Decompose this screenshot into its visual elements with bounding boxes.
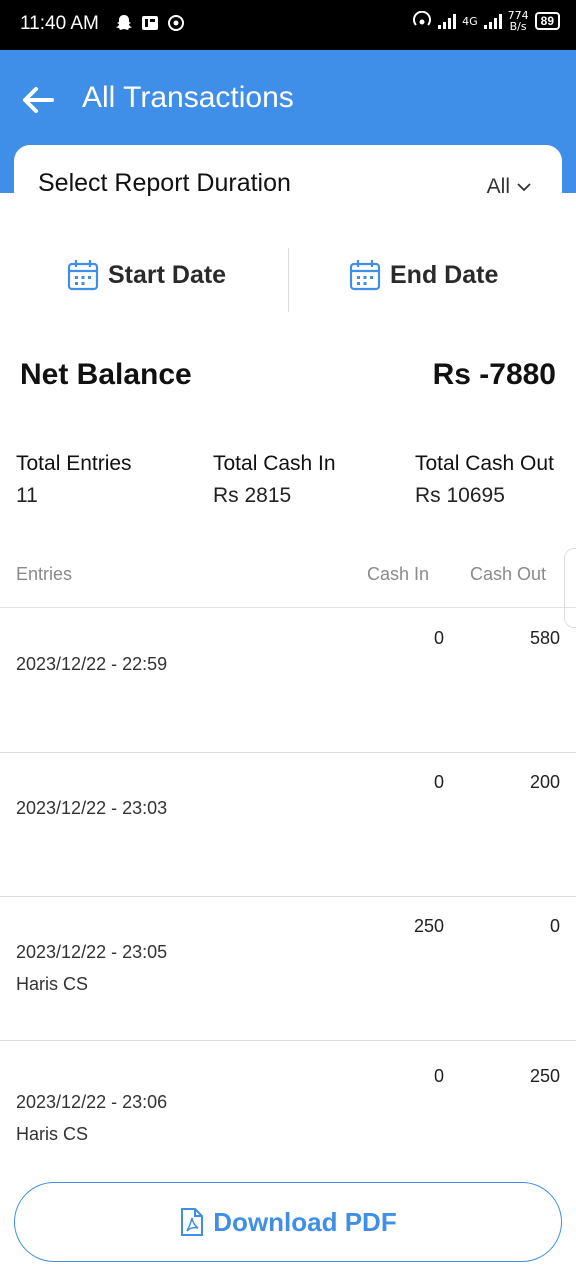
start-date-button[interactable]: Start Date [66,258,226,292]
status-time: 11:40 AM [20,13,99,34]
total-entries-value: 11 [16,484,38,507]
network-unit: B/s [509,20,527,33]
arrow-left-icon [23,87,54,113]
report-duration-value: All [486,175,510,198]
end-date-button[interactable]: End Date [348,258,498,292]
table-row[interactable]: 250 0 2023/12/22 - 23:05 Haris CS [0,896,576,1041]
total-cash-in: Total Cash In Rs 2815 [213,452,336,508]
table-row[interactable]: 0 250 2023/12/22 - 23:06 Haris CS [0,1046,576,1191]
column-header-cash-out: Cash Out [470,564,547,584]
total-entries-label: Total Entries [16,452,132,475]
row-datetime: 2023/12/22 - 23:03 [16,798,168,818]
calendar-icon [349,260,381,291]
table-header: Entries Cash In Cash Out [0,562,576,608]
row-cash-out: 250 [529,1066,560,1086]
signal-icon [438,13,457,29]
battery-indicator: 89 [534,12,560,30]
snapchat-icon [116,15,132,30]
end-date-label: End Date [390,260,499,289]
row-cash-in: 250 [413,916,444,936]
net-balance-label: Net Balance [20,358,192,391]
back-button[interactable] [18,80,58,120]
total-cash-in-value: Rs 2815 [213,484,292,507]
column-header-cash-in: Cash In [367,564,430,584]
hotspot-icon [168,15,184,31]
date-range-row: Start Date End Date [0,248,576,314]
status-bar: 11:40 AM 4G 774 B/s 89 [0,0,576,50]
report-duration-card: Select Report Duration All [14,145,562,225]
total-entries: Total Entries 11 [16,452,132,508]
download-pdf-label: Download PDF [213,1206,397,1237]
signal-icon-2 [483,13,502,29]
app-notification-icon [142,16,158,30]
report-duration-label: Select Report Duration [38,169,291,197]
row-note: Haris CS [16,974,89,994]
net-balance-value: Rs -7880 [432,358,556,391]
report-duration-dropdown[interactable]: All [487,175,532,199]
divider [288,248,289,312]
row-cash-in: 0 [433,1066,444,1086]
network-type: 4G [462,14,478,28]
chevron-down-icon [517,183,531,192]
hotspot-status-icon [413,11,432,26]
calendar-icon [67,260,99,291]
row-cash-out: 580 [529,628,560,648]
total-cash-out-label: Total Cash Out [415,452,554,475]
page-title: All Transactions [82,81,294,114]
row-cash-out: 0 [549,916,560,936]
row-datetime: 2023/12/22 - 23:05 [16,942,168,962]
row-datetime: 2023/12/22 - 23:06 [16,1092,168,1112]
row-cash-out: 200 [529,772,560,792]
row-note: Haris CS [16,1124,89,1144]
table-row[interactable]: 0 580 2023/12/22 - 22:59 [0,608,576,753]
pdf-file-icon [181,1208,204,1236]
total-cash-out: Total Cash Out Rs 10695 [415,452,554,508]
total-cash-in-label: Total Cash In [213,452,336,475]
totals-summary: Total Entries 11 Total Cash In Rs 2815 T… [0,452,576,512]
row-datetime: 2023/12/22 - 22:59 [16,654,168,674]
download-pdf-button[interactable]: Download PDF [14,1182,562,1262]
table-row[interactable]: 0 200 2023/12/22 - 23:03 [0,752,576,897]
column-header-entries: Entries [16,564,73,584]
row-cash-in: 0 [433,628,444,648]
total-cash-out-value: Rs 10695 [415,484,505,507]
row-cash-in: 0 [433,772,444,792]
start-date-label: Start Date [108,260,227,289]
